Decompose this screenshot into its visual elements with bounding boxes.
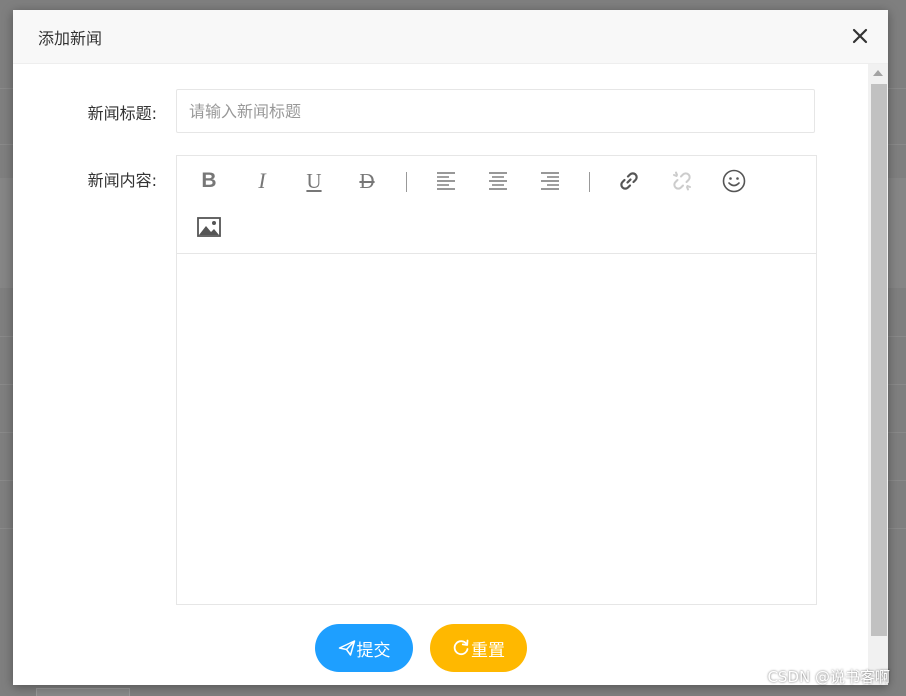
underline-icon: U (306, 168, 322, 193)
scroll-up-arrow-icon[interactable] (873, 70, 883, 76)
align-right-icon (541, 172, 559, 190)
align-right-button[interactable] (534, 165, 566, 197)
align-center-icon (489, 172, 507, 190)
close-icon[interactable] (848, 24, 872, 48)
bold-icon: B (201, 169, 217, 192)
dialog-body: 新闻标题: 新闻内容: B I U D (13, 64, 868, 685)
toolbar-divider (406, 172, 407, 192)
news-title-label: 新闻标题: (87, 104, 157, 123)
submit-button[interactable]: 提交 (315, 624, 413, 672)
image-button[interactable] (193, 211, 225, 243)
news-content-label: 新闻内容: (87, 171, 157, 190)
align-center-button[interactable] (482, 165, 514, 197)
italic-icon: I (258, 168, 266, 193)
reset-button[interactable]: 重置 (430, 624, 527, 672)
strikethrough-icon: D (359, 168, 375, 193)
scroll-thumb[interactable] (871, 84, 887, 636)
image-icon (197, 217, 221, 237)
add-news-dialog: 添加新闻 新闻标题: 新闻内容: B I U D (13, 10, 888, 685)
bold-button[interactable]: B (193, 165, 225, 197)
strikethrough-button[interactable]: D (351, 165, 383, 197)
news-title-input[interactable] (176, 89, 815, 133)
align-left-button[interactable] (430, 165, 462, 197)
link-button[interactable] (613, 165, 645, 197)
underline-button[interactable]: U (298, 165, 330, 197)
dialog-title: 添加新闻 (38, 29, 103, 48)
align-left-icon (437, 172, 455, 190)
unlink-icon (673, 171, 691, 191)
emoji-button[interactable] (718, 165, 750, 197)
refresh-icon (452, 639, 470, 657)
unlink-button[interactable] (666, 165, 698, 197)
smiley-icon (722, 169, 746, 193)
watermark: CSDN @说书客啊 (767, 668, 890, 686)
reset-label: 重置 (471, 640, 505, 661)
toolbar-divider (589, 172, 590, 192)
rich-text-editor: B I U D (176, 155, 817, 605)
link-icon (620, 172, 638, 190)
editor-toolbar: B I U D (177, 156, 816, 254)
dialog-scrollbar[interactable] (868, 64, 888, 685)
dialog-header: 添加新闻 (13, 10, 888, 64)
italic-button[interactable]: I (246, 165, 278, 197)
send-icon (338, 639, 356, 657)
submit-label: 提交 (356, 640, 391, 661)
editor-content-area[interactable] (177, 254, 816, 604)
